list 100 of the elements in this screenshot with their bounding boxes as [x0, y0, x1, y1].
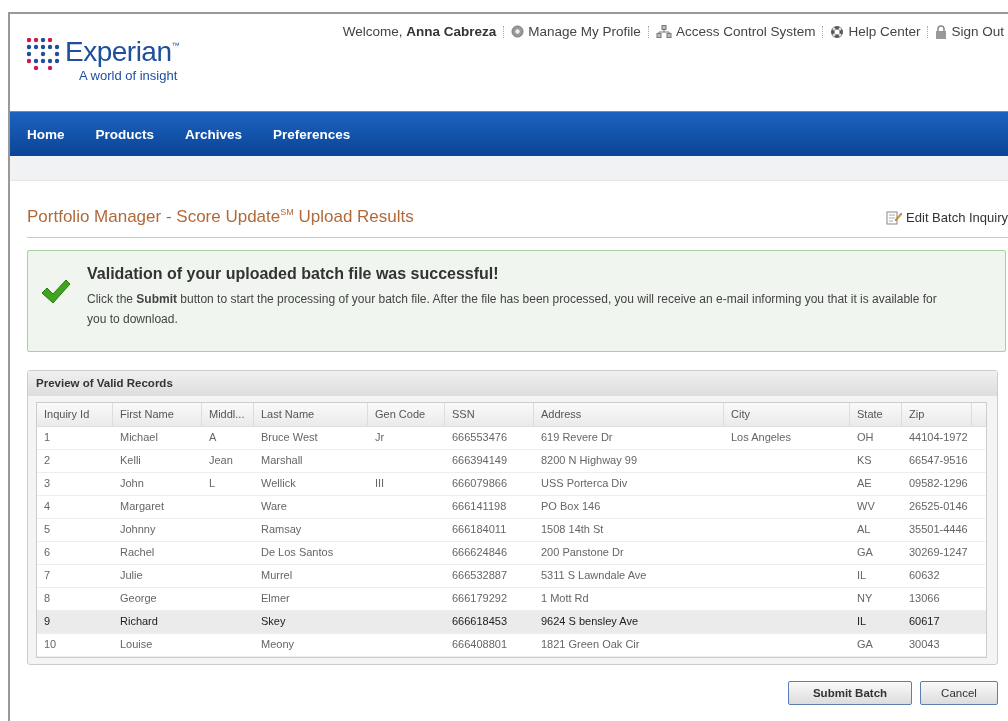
table-cell: 60617 [909, 615, 940, 627]
table-cell: George [120, 592, 157, 604]
column-header[interactable]: Address [534, 403, 724, 426]
table-cell: 13066 [909, 592, 940, 604]
table-cell: Ramsay [261, 523, 302, 535]
table-cell: 666532887 [452, 569, 508, 581]
nav-link[interactable]: Archives [185, 126, 243, 142]
table-cell: 3 [44, 477, 51, 489]
column-header[interactable]: Inquiry Id [37, 403, 113, 426]
table-cell: 619 Revere Dr [541, 431, 613, 443]
table-cell: A [209, 431, 217, 443]
welcome-text: Welcome, Anna Cabreza [342, 24, 497, 39]
page-title: Portfolio Manager - Score Update$^{SM}$ Upload Results [27, 207, 414, 227]
table-cell: IL [857, 569, 867, 581]
table-cell: 10 [44, 638, 57, 650]
table-cell: Meony [261, 638, 295, 650]
table-cell: 1508 14th St [541, 523, 604, 535]
column-header[interactable]: State [850, 403, 902, 426]
table-cell: 666079866 [452, 477, 508, 489]
table-cell: 666553476 [452, 431, 508, 443]
table-cell: PO Box 146 [541, 500, 601, 512]
table-row[interactable]: 3 John L Wellick III 666079866 USS Porterca Div AE 09582-1296 [37, 473, 986, 496]
table-cell: 666618453 [452, 615, 508, 627]
table-cell: Margaret [120, 500, 165, 512]
table-cell: Johnny [120, 523, 156, 535]
table-cell: III [375, 477, 385, 489]
table-cell: Michael [120, 431, 158, 443]
table-row[interactable]: 9 Richard Skey 666618453 9624 S bensley Ave IL 60617 [37, 611, 986, 634]
column-header[interactable]: Zip [902, 403, 972, 426]
table-cell: 666408801 [452, 638, 508, 650]
nav-link[interactable]: Products [95, 126, 155, 142]
network-icon [655, 25, 672, 38]
table-cell: OH [857, 431, 874, 443]
table-cell: Skey [261, 615, 286, 627]
header-link[interactable]: Manage My Profile [511, 24, 641, 39]
submit-button[interactable]: Submit Batch [788, 681, 912, 705]
header-link[interactable]: Help Center [830, 24, 921, 39]
column-header[interactable]: Last Name [254, 403, 368, 426]
table-row[interactable]: 5 Johnny Ramsay 666184011 1508 14th St AL 35501-4446 [37, 519, 986, 542]
nav-link[interactable]: Preferences [273, 126, 351, 142]
table-cell: 666179292 [452, 592, 508, 604]
lock-icon [935, 24, 948, 39]
table-cell: 60632 [909, 569, 940, 581]
table-row[interactable]: 1 Michael A Bruce West Jr 666553476 619 Revere Dr Los Angeles OH 44104-1972 [37, 427, 986, 450]
table-cell: John [120, 477, 144, 489]
table-cell: Ware [261, 500, 287, 512]
table-cell: Jean [209, 454, 233, 466]
table-row[interactable]: 2 Kelli Jean Marshall 666394149 8200 N Highway 99 KS 66547-9516 [37, 450, 986, 473]
table-cell: WV [857, 500, 875, 512]
table-cell: Kelli [120, 454, 141, 466]
table-cell: 2 [44, 454, 51, 466]
table-cell: 9624 S bensley Ave [541, 615, 639, 627]
column-header[interactable]: Middl... [202, 403, 254, 426]
table-cell: 35501-4446 [909, 523, 968, 535]
table-cell: 666184011 [452, 523, 507, 535]
table-cell: 30269-1247 [909, 546, 968, 558]
cancel-button[interactable]: Cancel [920, 681, 998, 705]
table-cell: 7 [44, 569, 51, 581]
column-header[interactable]: City [724, 403, 850, 426]
table-row[interactable]: 10 Louise Meony 666408801 1821 Green Oak Cir GA 30043 [37, 634, 986, 657]
logo-dots-icon [27, 38, 61, 70]
column-header[interactable]: First Name [113, 403, 202, 426]
table-cell: KS [857, 454, 872, 466]
table-cell: Bruce West [261, 431, 318, 443]
table-cell: 8200 N Highway 99 [541, 454, 637, 466]
table-cell: Louise [120, 638, 153, 650]
table-cell: Julie [120, 569, 143, 581]
table-row[interactable]: 6 Rachel De Los Santos 666624846 200 Panstone Dr GA 30269-1247 [37, 542, 986, 565]
table-cell: AE [857, 477, 872, 489]
column-header[interactable]: Gen Code [368, 403, 445, 426]
table-cell: 4 [44, 500, 51, 512]
edit-batch-link[interactable]: Edit Batch Inquiry [886, 209, 1008, 225]
table-cell: AL [857, 523, 871, 535]
panel-title: Preview of Valid Records [28, 371, 997, 396]
table-row[interactable]: 7 Julie Murrel 666532887 5311 S Lawndale Ave IL 60632 [37, 565, 986, 588]
table-cell: GA [857, 546, 873, 558]
table-cell: Elmer [261, 592, 290, 604]
table-cell: Wellick [261, 477, 296, 489]
table-row[interactable]: 4 Margaret Ware 666141198 PO Box 146 WV 26525-0146 [37, 496, 986, 519]
table-cell: 1821 Green Oak Cir [541, 638, 640, 650]
table-cell: 200 Panstone Dr [541, 546, 624, 558]
table-cell: 09582-1296 [909, 477, 968, 489]
table-cell: 66547-9516 [909, 454, 968, 466]
logo-wordmark: Experian$^{™}$ [65, 36, 179, 68]
logo-tagline: A world of insight [79, 68, 179, 83]
table-cell: 5311 S Lawndale Ave [541, 569, 647, 581]
table-cell: Los Angeles [731, 431, 791, 443]
edit-document-icon [886, 209, 903, 225]
column-header[interactable]: SSN [445, 403, 534, 426]
table-cell: IL [857, 615, 867, 627]
table-cell: 44104-1972 [909, 431, 968, 443]
table-cell: L [209, 477, 216, 489]
nav-link[interactable]: Home [27, 126, 65, 142]
table-cell: Marshall [261, 454, 303, 466]
table-cell: 6 [44, 546, 51, 558]
table-cell: 666394149 [452, 454, 508, 466]
header-link[interactable]: Access Control System [655, 24, 816, 39]
table-cell: Rachel [120, 546, 155, 558]
header-link[interactable]: Sign Out [935, 24, 1004, 39]
table-cell: 1 Mott Rd [541, 592, 589, 604]
